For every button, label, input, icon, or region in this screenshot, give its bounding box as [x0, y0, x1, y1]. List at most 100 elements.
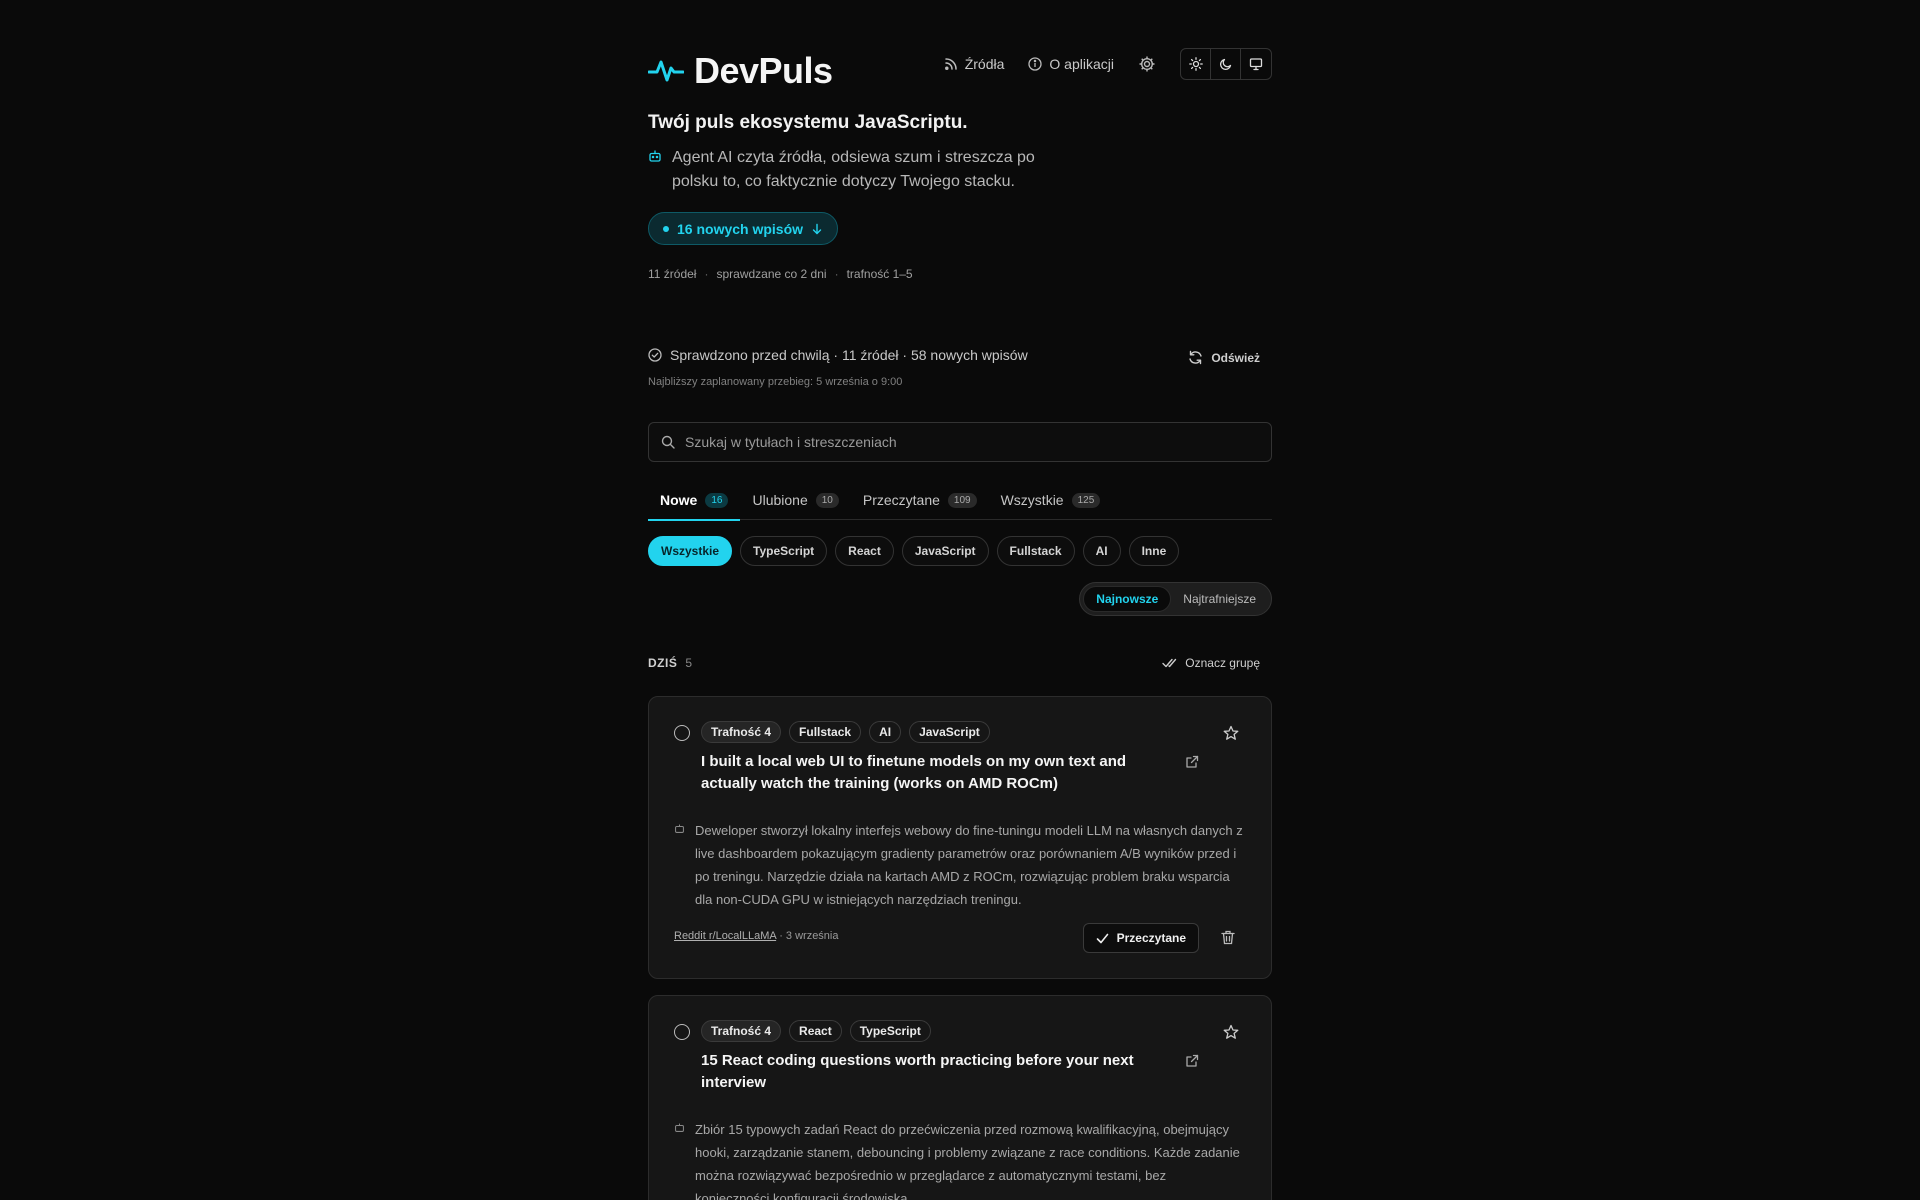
tab-new[interactable]: Nowe 16 — [648, 480, 741, 521]
bot-icon — [675, 824, 684, 833]
summary-text: Deweloper stworzył lokalny interfejs web… — [695, 823, 1243, 907]
nav-about[interactable]: O aplikacji — [1028, 56, 1114, 72]
category-tag: Fullstack — [789, 721, 862, 743]
meta-sources: 11 źródeł — [648, 267, 697, 281]
top-nav: Źródła O aplikacji — [944, 48, 1272, 80]
star-icon[interactable] — [1223, 1024, 1239, 1040]
tab-count: 10 — [815, 492, 839, 508]
mark-group-label: Oznacz grupę — [1185, 656, 1260, 670]
app-name: DevPuls — [694, 50, 833, 91]
tab-favorites[interactable]: Ulubione 10 — [740, 480, 850, 520]
entry-title[interactable]: 15 React coding questions worth practici… — [701, 1050, 1181, 1094]
header: DevPuls Źródła O aplikacji — [648, 0, 1272, 110]
rss-icon — [944, 58, 957, 70]
chip-ai[interactable]: AI — [1082, 536, 1121, 566]
new-entries-label: 16 nowych wpisów — [677, 220, 804, 237]
pulse-icon — [648, 60, 684, 82]
tab-count: 16 — [705, 492, 729, 508]
meta-separator: · — [834, 267, 839, 281]
theme-switcher — [1180, 48, 1272, 80]
sort-toggle: Najnowsze Najtrafniejsze — [1079, 582, 1272, 616]
group-header: DZIŚ 5 — [648, 656, 693, 670]
entry-date: · 3 września — [779, 930, 839, 942]
summary-text: Zbiór 15 typowych zadań React do przećwi… — [695, 1122, 1240, 1200]
entry-summary: Deweloper stworzył lokalny interfejs web… — [674, 819, 1244, 911]
bot-icon — [649, 150, 661, 162]
refresh-label: Odśwież — [1211, 350, 1260, 365]
meta-interval: sprawdzane co 2 dni — [716, 267, 827, 281]
status-text: Sprawdzono przed chwilą · 11 źródeł · 58… — [670, 347, 1028, 363]
info-icon — [1028, 57, 1043, 71]
select-checkbox[interactable] — [674, 1024, 690, 1040]
page-container: DevPuls Źródła O aplikacji Twój puls eko… — [648, 0, 1272, 1200]
category-tag: React — [789, 1020, 842, 1042]
entry-title[interactable]: I built a local web UI to finetune model… — [701, 751, 1181, 795]
chip-fullstack[interactable]: Fullstack — [996, 536, 1075, 566]
refresh-icon — [1189, 350, 1203, 365]
mark-read-button[interactable]: Przeczytane — [1082, 923, 1199, 953]
nav-about-label: O aplikacji — [1049, 56, 1114, 72]
check-status: Sprawdzono przed chwilą · 11 źródeł · 58… — [648, 347, 1028, 363]
gear-icon[interactable] — [1138, 55, 1156, 73]
sort-newest[interactable]: Najnowsze — [1083, 586, 1172, 612]
mark-group-button[interactable]: Oznacz grupę — [1162, 656, 1260, 670]
tab-all[interactable]: Wszystkie 125 — [989, 480, 1113, 520]
theme-dark-button[interactable] — [1211, 49, 1241, 79]
sort-relevant[interactable]: Najtrafniejsze — [1171, 586, 1268, 612]
entry-tags: Trafność 4 Fullstack AI JavaScript — [701, 721, 990, 743]
new-entries-button[interactable]: 16 nowych wpisów — [648, 212, 839, 245]
tab-label: Ulubione — [752, 492, 808, 508]
nav-sources-label: Źródła — [964, 56, 1005, 72]
search-icon — [661, 435, 675, 449]
tab-label: Nowe — [660, 492, 698, 508]
star-icon[interactable] — [1223, 725, 1239, 741]
group-label: DZIŚ — [648, 656, 678, 670]
chip-javascript[interactable]: JavaScript — [901, 536, 989, 566]
tab-label: Wszystkie — [1000, 492, 1064, 508]
sun-icon — [1188, 57, 1203, 71]
next-run: Najbliższy zaplanowany przebieg: 5 wrześ… — [648, 376, 903, 388]
logo[interactable]: DevPuls — [648, 50, 833, 92]
nav-sources[interactable]: Źródła — [944, 56, 1005, 72]
category-tag: TypeScript — [849, 1020, 931, 1042]
entry-source: Reddit r/LocalLLaMA · 3 września — [674, 930, 838, 942]
chip-all[interactable]: Wszystkie — [648, 536, 733, 566]
category-filters: Wszystkie TypeScript React JavaScript Fu… — [648, 536, 1180, 566]
new-dot — [663, 225, 669, 232]
entry-card: Trafność 4 Fullstack AI JavaScript I bui… — [648, 696, 1272, 979]
check-circle-icon — [648, 348, 662, 362]
intro-text: Agent AI czyta źródła, odsiewa szum i st… — [672, 149, 1035, 190]
theme-light-button[interactable] — [1181, 49, 1211, 79]
refresh-button[interactable]: Odśwież — [1188, 350, 1260, 365]
meta-info: 11 źródeł · sprawdzane co 2 dni · trafno… — [648, 267, 913, 281]
tab-count: 109 — [947, 492, 977, 508]
search-input[interactable] — [685, 434, 1259, 450]
trash-icon[interactable] — [1221, 930, 1235, 945]
check-icon — [1096, 933, 1108, 943]
entry-tags: Trafność 4 React TypeScript — [701, 1020, 931, 1042]
mark-read-label: Przeczytane — [1116, 931, 1186, 945]
meta-relevance: trafność 1–5 — [846, 267, 913, 281]
bot-icon — [675, 1123, 684, 1132]
external-link-icon[interactable] — [1185, 1054, 1199, 1068]
category-tag: JavaScript — [909, 721, 990, 743]
double-check-icon — [1162, 658, 1177, 668]
chip-react[interactable]: React — [835, 536, 894, 566]
entry-summary: Zbiór 15 typowych zadań React do przećwi… — [674, 1118, 1244, 1200]
chip-other[interactable]: Inne — [1128, 536, 1180, 566]
relevance-tag: Trafność 4 — [701, 721, 782, 743]
tab-count: 125 — [1071, 492, 1101, 508]
tagline: Twój puls ekosystemu JavaScriptu. — [648, 112, 968, 133]
source-link[interactable]: Reddit r/LocalLLaMA — [674, 930, 776, 942]
theme-system-button[interactable] — [1241, 49, 1271, 79]
external-link-icon[interactable] — [1185, 755, 1199, 769]
relevance-tag: Trafność 4 — [701, 1020, 782, 1042]
moon-icon — [1219, 58, 1231, 71]
tab-read[interactable]: Przeczytane 109 — [851, 480, 989, 520]
arrow-down-icon — [812, 223, 822, 234]
select-checkbox[interactable] — [674, 725, 690, 741]
monitor-icon — [1249, 58, 1263, 71]
meta-separator: · — [704, 267, 709, 281]
chip-typescript[interactable]: TypeScript — [740, 536, 828, 566]
intro: Agent AI czyta źródła, odsiewa szum i st… — [648, 146, 1068, 194]
